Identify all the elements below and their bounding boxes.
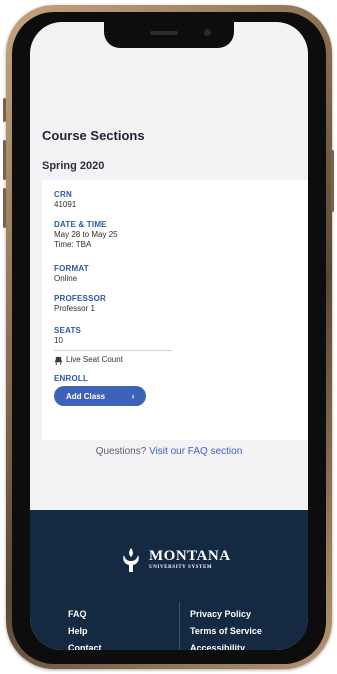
faq-prefix: Questions? [95,446,147,457]
enroll-label: ENROLL [54,374,89,383]
mute-switch [3,98,6,122]
footer-links-left: FAQ Help Contact [68,606,102,650]
format-field: FORMAT Online [54,264,89,284]
seats-divider [54,350,172,351]
torch-icon [123,548,139,572]
live-seat-count: Live Seat Count [54,355,123,365]
volume-down-button [3,188,6,228]
crn-field: CRN 41091 [54,190,76,210]
footer-divider [179,602,180,650]
seat-icon [54,356,63,365]
format-label: FORMAT [54,264,89,273]
volume-up-button [3,140,6,180]
front-camera [204,29,211,36]
footer-link-privacy-policy[interactable]: Privacy Policy [190,606,262,623]
seats-field: SEATS 10 [54,326,81,346]
faq-link[interactable]: Visit our FAQ section [149,446,242,457]
live-seat-count-label: Live Seat Count [66,355,123,364]
seats-value: 10 [54,336,63,345]
notch [104,22,234,48]
footer-link-contact[interactable]: Contact [68,640,102,650]
date-value: May 28 to May 25 [54,230,118,239]
logo-main-text: MONTANA [149,548,231,564]
date-time-label: DATE & TIME [54,220,107,229]
footer-link-accessibility[interactable]: Accessibility [190,640,262,650]
add-class-button[interactable]: Add Class › [54,386,146,406]
professor-label: PROFESSOR [54,294,107,303]
time-value: Time: TBA [54,240,92,249]
page-title: Course Sections [42,128,145,143]
footer-link-terms-of-service[interactable]: Terms of Service [190,623,262,640]
format-value: Online [54,274,78,283]
logo-sub-text: UNIVERSITY SYSTEM [149,565,213,570]
phone-screen: Course Sections Spring 2020 CRN 41091 DA… [30,22,308,650]
faq-prompt: Questions? Visit our FAQ section [30,446,308,457]
chevron-right-icon: › [131,391,135,401]
footer-link-help[interactable]: Help [68,623,102,640]
seats-label: SEATS [54,326,82,335]
professor-value: Professor 1 [54,304,95,313]
montana-university-system-logo[interactable]: MONTANA UNIVERSITY SYSTEM [118,546,231,574]
date-time-field: DATE & TIME May 28 to May 25 Time: TBA [54,220,118,250]
crn-value: 41091 [54,200,77,209]
device-mockup: Course Sections Spring 2020 CRN 41091 DA… [0,0,337,674]
enroll-field: ENROLL [54,374,88,384]
add-class-label: Add Class [66,391,106,401]
footer-links-right: Privacy Policy Terms of Service Accessib… [190,606,262,650]
term-title: Spring 2020 [42,160,105,172]
logo-wordmark: MONTANA UNIVERSITY SYSTEM [149,549,231,571]
professor-field: PROFESSOR Professor 1 [54,294,106,314]
crn-label: CRN [54,190,72,199]
speaker-grille [150,31,178,35]
course-section-card: CRN 41091 DATE & TIME May 28 to May 25 T… [42,180,308,440]
power-button [331,150,334,212]
site-footer: MONTANA UNIVERSITY SYSTEM FAQ Help Conta… [30,510,308,650]
footer-link-faq[interactable]: FAQ [68,606,102,623]
